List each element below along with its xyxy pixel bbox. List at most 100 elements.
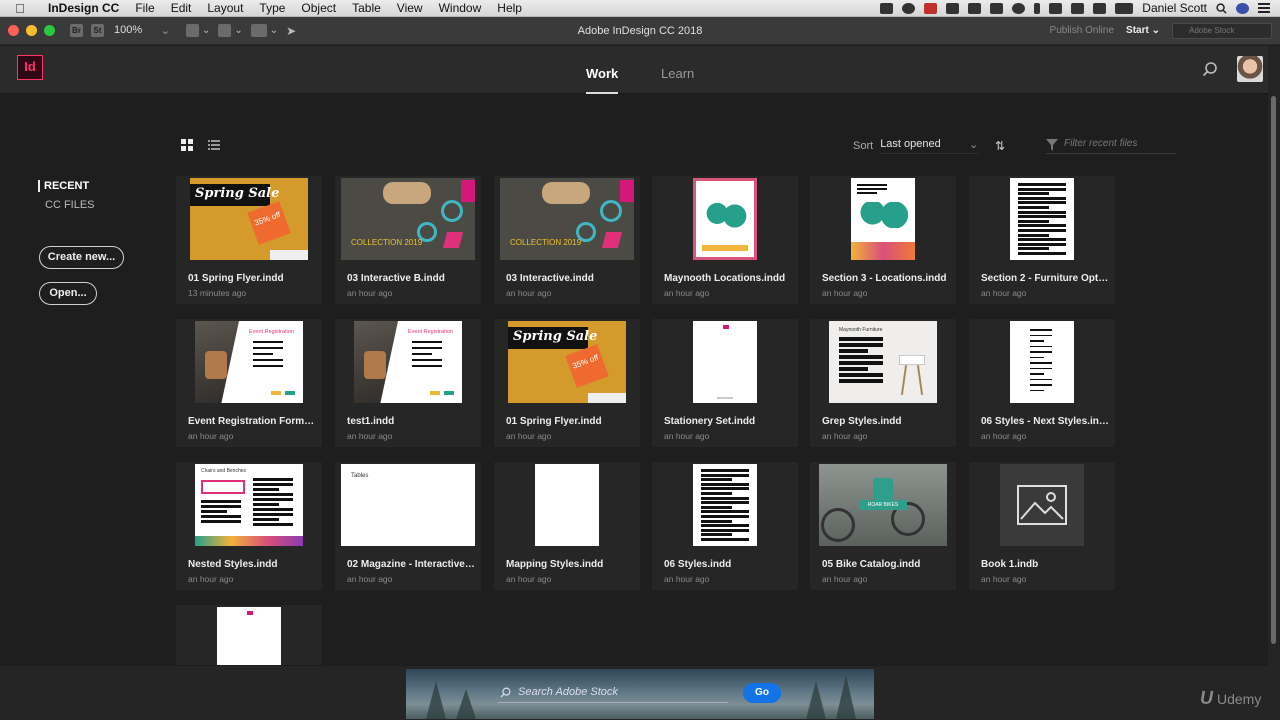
arrange-documents-button[interactable]: ⌄ [250, 24, 278, 37]
file-card[interactable]: Chairs and Benches Nested Styles.indd an… [176, 462, 322, 590]
adobe-stock-search[interactable]: Adobe Stock [1172, 22, 1272, 39]
volume-icon[interactable] [1093, 2, 1107, 14]
search-stock-input[interactable]: Search Adobe Stock [498, 682, 728, 703]
sidebar-item-cc-files[interactable]: CC FILES [39, 199, 95, 211]
create-new-button[interactable]: Create new... [39, 246, 124, 269]
filter-icon [1046, 139, 1058, 151]
file-name: 06 Styles - Next Styles.indd [981, 416, 1109, 427]
maximize-window-button[interactable] [44, 25, 55, 36]
file-thumbnail[interactable]: COLLECTION 2019 [341, 176, 475, 262]
file-thumbnail[interactable] [500, 462, 634, 548]
file-thumbnail[interactable] [658, 176, 792, 262]
file-card[interactable]: Maynooth Locations.indd an hour ago [652, 176, 798, 304]
file-card[interactable] [176, 605, 322, 665]
sort-select[interactable]: Last opened ⌄ [880, 138, 979, 154]
dropbox-icon[interactable] [880, 2, 894, 14]
menu-object[interactable]: Object [293, 1, 344, 15]
file-card[interactable]: 06 Styles - Next Styles.indd an hour ago [969, 319, 1115, 447]
screen-mode-button[interactable]: ⌄ [218, 24, 243, 37]
file-card[interactable]: Section 2 - Furniture Optio… an hour ago [969, 176, 1115, 304]
menu-help[interactable]: Help [489, 1, 530, 15]
menu-view[interactable]: View [389, 1, 431, 15]
stock-button[interactable]: St [91, 24, 104, 37]
scrollbar-thumb[interactable] [1271, 96, 1276, 644]
menu-edit[interactable]: Edit [163, 1, 200, 15]
bridge-button[interactable]: Br [70, 24, 83, 37]
minimize-window-button[interactable] [26, 25, 37, 36]
file-thumbnail[interactable] [658, 462, 792, 548]
file-thumbnail[interactable]: Event Registration [182, 319, 316, 405]
file-card[interactable]: Tables 02 Magazine - Interactive … an ho… [335, 462, 481, 590]
file-card[interactable]: Spring Sale 35% off 01 Spring Flyer.indd… [494, 319, 640, 447]
spotlight-icon[interactable] [1216, 2, 1227, 14]
publish-online-button[interactable]: Publish Online [1050, 25, 1114, 36]
file-thumbnail[interactable]: COLLECTION 2019 [500, 176, 634, 262]
publish-icon-button[interactable]: ➤ [286, 24, 296, 38]
zoom-select[interactable]: 100% ⌄ [114, 24, 170, 37]
filter-recent-input[interactable]: Filter recent files [1046, 138, 1176, 154]
time-machine-icon[interactable] [1012, 2, 1026, 14]
tab-learn[interactable]: Learn [661, 66, 694, 81]
apple-icon[interactable]:  [0, 1, 40, 16]
file-thumbnail[interactable]: Spring Sale 35% off [500, 319, 634, 405]
wifi-icon[interactable] [1049, 2, 1063, 14]
file-card[interactable]: 06 Styles.indd an hour ago [652, 462, 798, 590]
shield-icon[interactable] [990, 2, 1004, 14]
file-thumbnail[interactable]: Event Registration [341, 319, 475, 405]
file-thumbnail[interactable]: Chairs and Benches [182, 462, 316, 548]
file-thumbnail[interactable]: Maynooth Furniture [816, 319, 950, 405]
file-thumbnail[interactable]: Tables [341, 462, 475, 548]
file-thumbnail[interactable] [975, 176, 1109, 262]
open-button[interactable]: Open... [39, 282, 97, 305]
file-card[interactable]: Stationery Set.indd an hour ago [652, 319, 798, 447]
menu-type[interactable]: Type [251, 1, 293, 15]
text-block [1030, 367, 1052, 369]
creative-cloud-icon[interactable] [902, 2, 916, 14]
siri-icon[interactable] [1236, 2, 1249, 14]
user-name[interactable]: Daniel Scott [1142, 1, 1207, 15]
app-icon[interactable] [968, 2, 982, 14]
display-icon[interactable] [1071, 2, 1085, 14]
workspace-select[interactable]: Start ⌄ [1126, 25, 1160, 36]
grid-view-icon[interactable] [181, 139, 193, 151]
close-window-button[interactable] [8, 25, 19, 36]
notification-center-icon[interactable] [1258, 3, 1270, 13]
sort-direction-icon[interactable]: ⇅ [995, 139, 1005, 153]
file-thumbnail[interactable] [816, 176, 950, 262]
file-card[interactable]: Event Registration test1.indd an hour ag… [335, 319, 481, 447]
sidebar-item-recent[interactable]: RECENT [38, 180, 95, 192]
file-card[interactable]: Spring Sale 35% off 01 Spring Flyer.indd… [176, 176, 322, 304]
menu-layout[interactable]: Layout [199, 1, 251, 15]
search-icon[interactable] [1202, 61, 1218, 77]
file-thumbnail[interactable]: ROAR BIKES [816, 462, 950, 548]
file-thumbnail[interactable]: Spring Sale 35% off [182, 176, 316, 262]
file-card[interactable]: Event Registration Event Registration Fo… [176, 319, 322, 447]
file-thumbnail[interactable] [182, 605, 316, 665]
file-thumbnail[interactable] [658, 319, 792, 405]
file-card[interactable]: ROAR BIKES 05 Bike Catalog.indd an hour … [810, 462, 956, 590]
go-button[interactable]: Go [743, 683, 781, 703]
file-card[interactable]: COLLECTION 2019 03 Interactive.indd an h… [494, 176, 640, 304]
screen-icon[interactable] [946, 2, 960, 14]
file-card[interactable]: Section 3 - Locations.indd an hour ago [810, 176, 956, 304]
tab-work[interactable]: Work [586, 66, 619, 94]
file-card[interactable]: COLLECTION 2019 03 Interactive B.indd an… [335, 176, 481, 304]
text-block [1018, 233, 1050, 237]
avatar[interactable] [1237, 56, 1263, 82]
file-card[interactable]: Book 1.indb an hour ago [969, 462, 1115, 590]
battery-icon[interactable] [1115, 2, 1134, 14]
menu-app-name[interactable]: InDesign CC [40, 1, 127, 15]
list-view-icon[interactable] [208, 139, 220, 151]
file-thumbnail[interactable] [975, 319, 1109, 405]
view-options-button[interactable]: ⌄ [186, 24, 210, 37]
file-card[interactable]: Maynooth Furniture Grep Styles.indd an h… [810, 319, 956, 447]
file-card[interactable]: Mapping Styles.indd an hour ago [494, 462, 640, 590]
view-options-icon [186, 24, 199, 37]
bluetooth-icon[interactable] [1034, 2, 1041, 14]
record-icon[interactable] [924, 2, 938, 14]
menu-table[interactable]: Table [344, 1, 389, 15]
circle-frame [600, 200, 622, 222]
menu-window[interactable]: Window [431, 1, 490, 15]
menu-file[interactable]: File [127, 1, 162, 15]
file-thumbnail[interactable] [975, 462, 1109, 548]
